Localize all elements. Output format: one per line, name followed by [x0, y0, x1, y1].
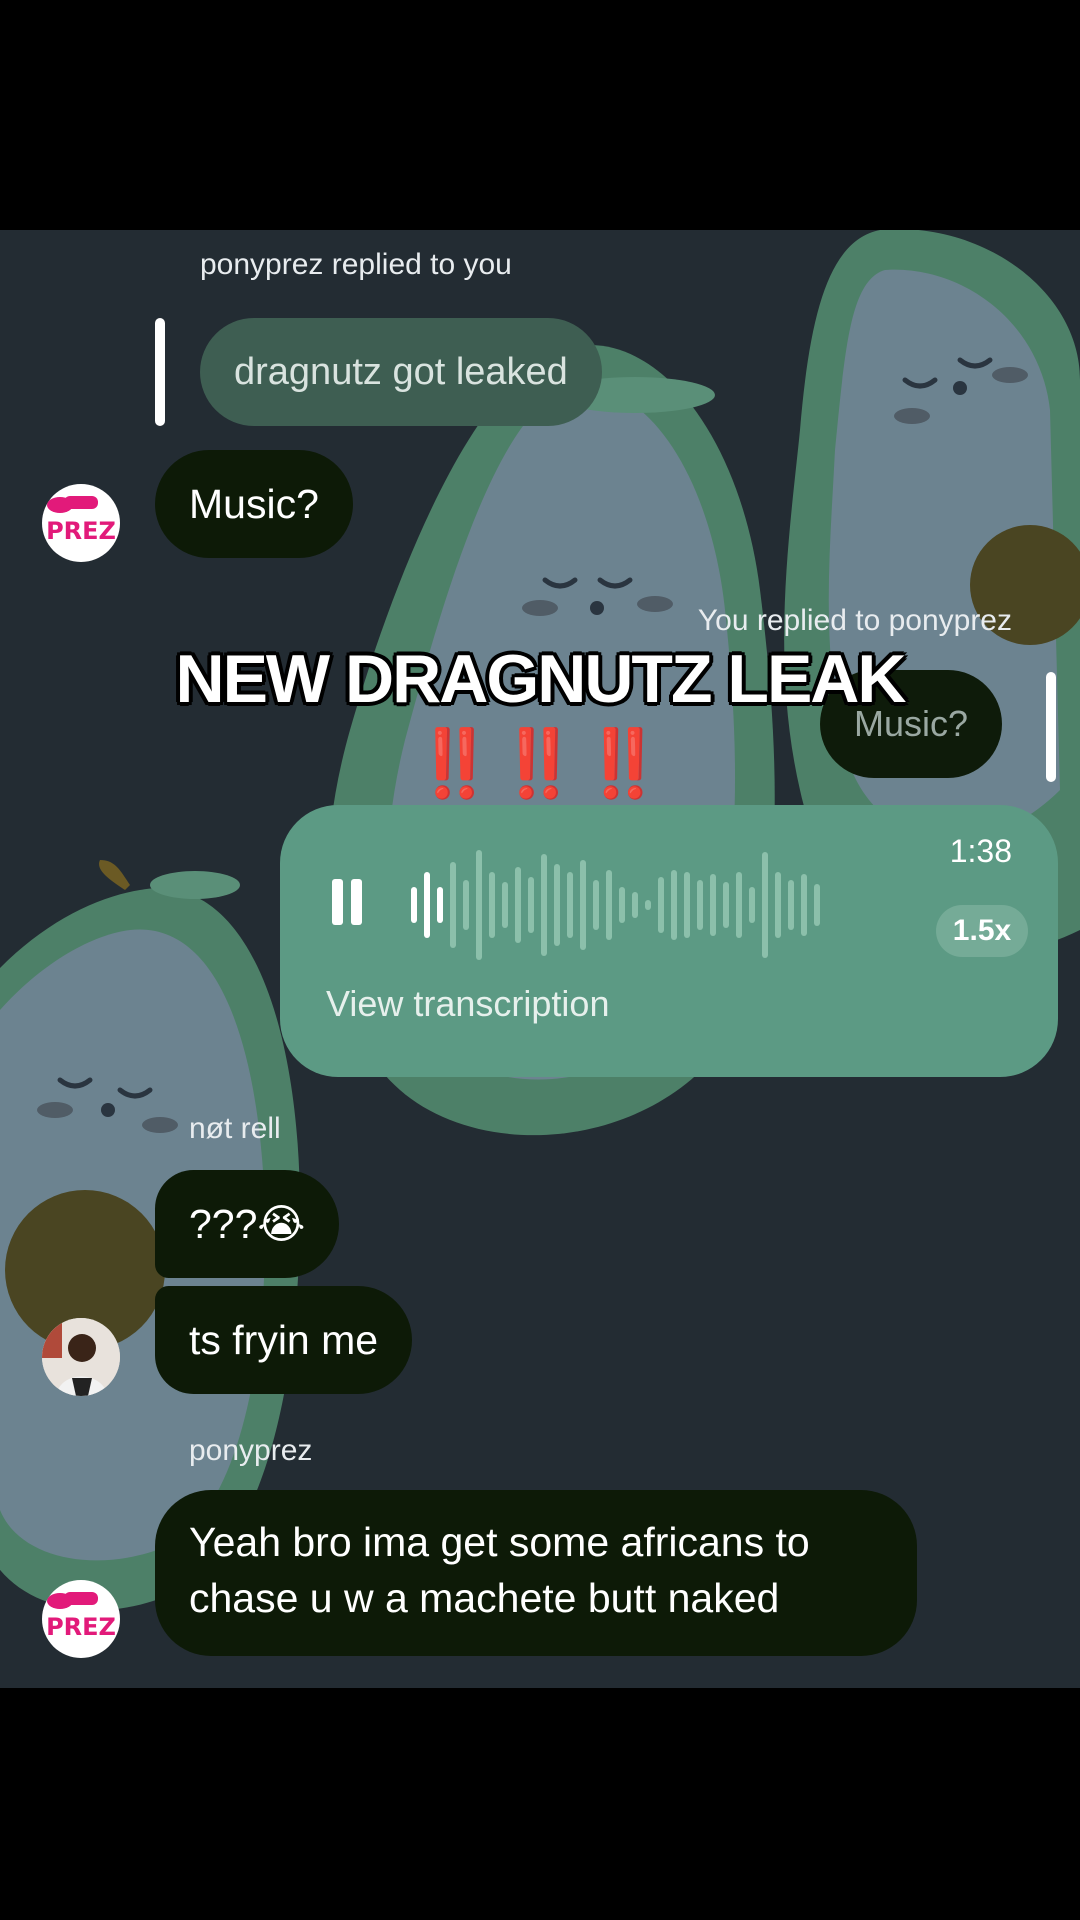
view-transcription-link[interactable]: View transcription	[326, 983, 609, 1025]
my-pony-prez-logo: PREZ	[42, 484, 120, 562]
my-pony-prez-logo: PREZ	[42, 1580, 120, 1658]
quoted-message[interactable]: dragnutz got leaked	[200, 318, 602, 426]
reply-notice: You replied to ponyprez	[697, 604, 1012, 637]
overlay-caption: NEW DRAGNUTZ LEAK	[175, 641, 906, 717]
message-bubble[interactable]: Music?	[155, 450, 353, 558]
pause-icon[interactable]	[332, 879, 366, 927]
voice-message-bubble[interactable]: 1:38 1.5x View transcription	[280, 805, 1058, 1077]
message-line: Yeah bro ima get some africans to	[189, 1519, 810, 1565]
reply-notice: ponyprez replied to you	[200, 248, 512, 281]
svg-text:PREZ: PREZ	[46, 517, 116, 545]
avatar-not-rell[interactable]	[42, 1318, 120, 1396]
message-line: chase u w a machete butt naked	[189, 1575, 780, 1621]
playback-speed-button[interactable]: 1.5x	[936, 905, 1028, 957]
message-bubble[interactable]: Yeah bro ima get some africans to chase …	[155, 1490, 917, 1656]
message-bubble[interactable]: ???😭	[155, 1170, 340, 1278]
reply-bar	[155, 318, 165, 426]
avatar-ponyprez[interactable]: PREZ	[42, 1580, 120, 1658]
message-bubble[interactable]: ts fryin me	[155, 1286, 413, 1394]
profile-photo	[42, 1318, 120, 1396]
overlay-exclamation-marks: ‼️‼️‼️	[413, 726, 667, 800]
waveform-icon[interactable]	[410, 845, 910, 965]
voice-duration: 1:38	[949, 833, 1012, 869]
sender-name: ponyprez	[189, 1434, 313, 1467]
chat-view[interactable]: ponyprez replied to you dragnutz got lea…	[0, 230, 1080, 1688]
svg-text:PREZ: PREZ	[46, 1613, 116, 1641]
avatar-ponyprez[interactable]: PREZ	[42, 484, 120, 562]
sender-name: nøt rell	[189, 1112, 281, 1145]
